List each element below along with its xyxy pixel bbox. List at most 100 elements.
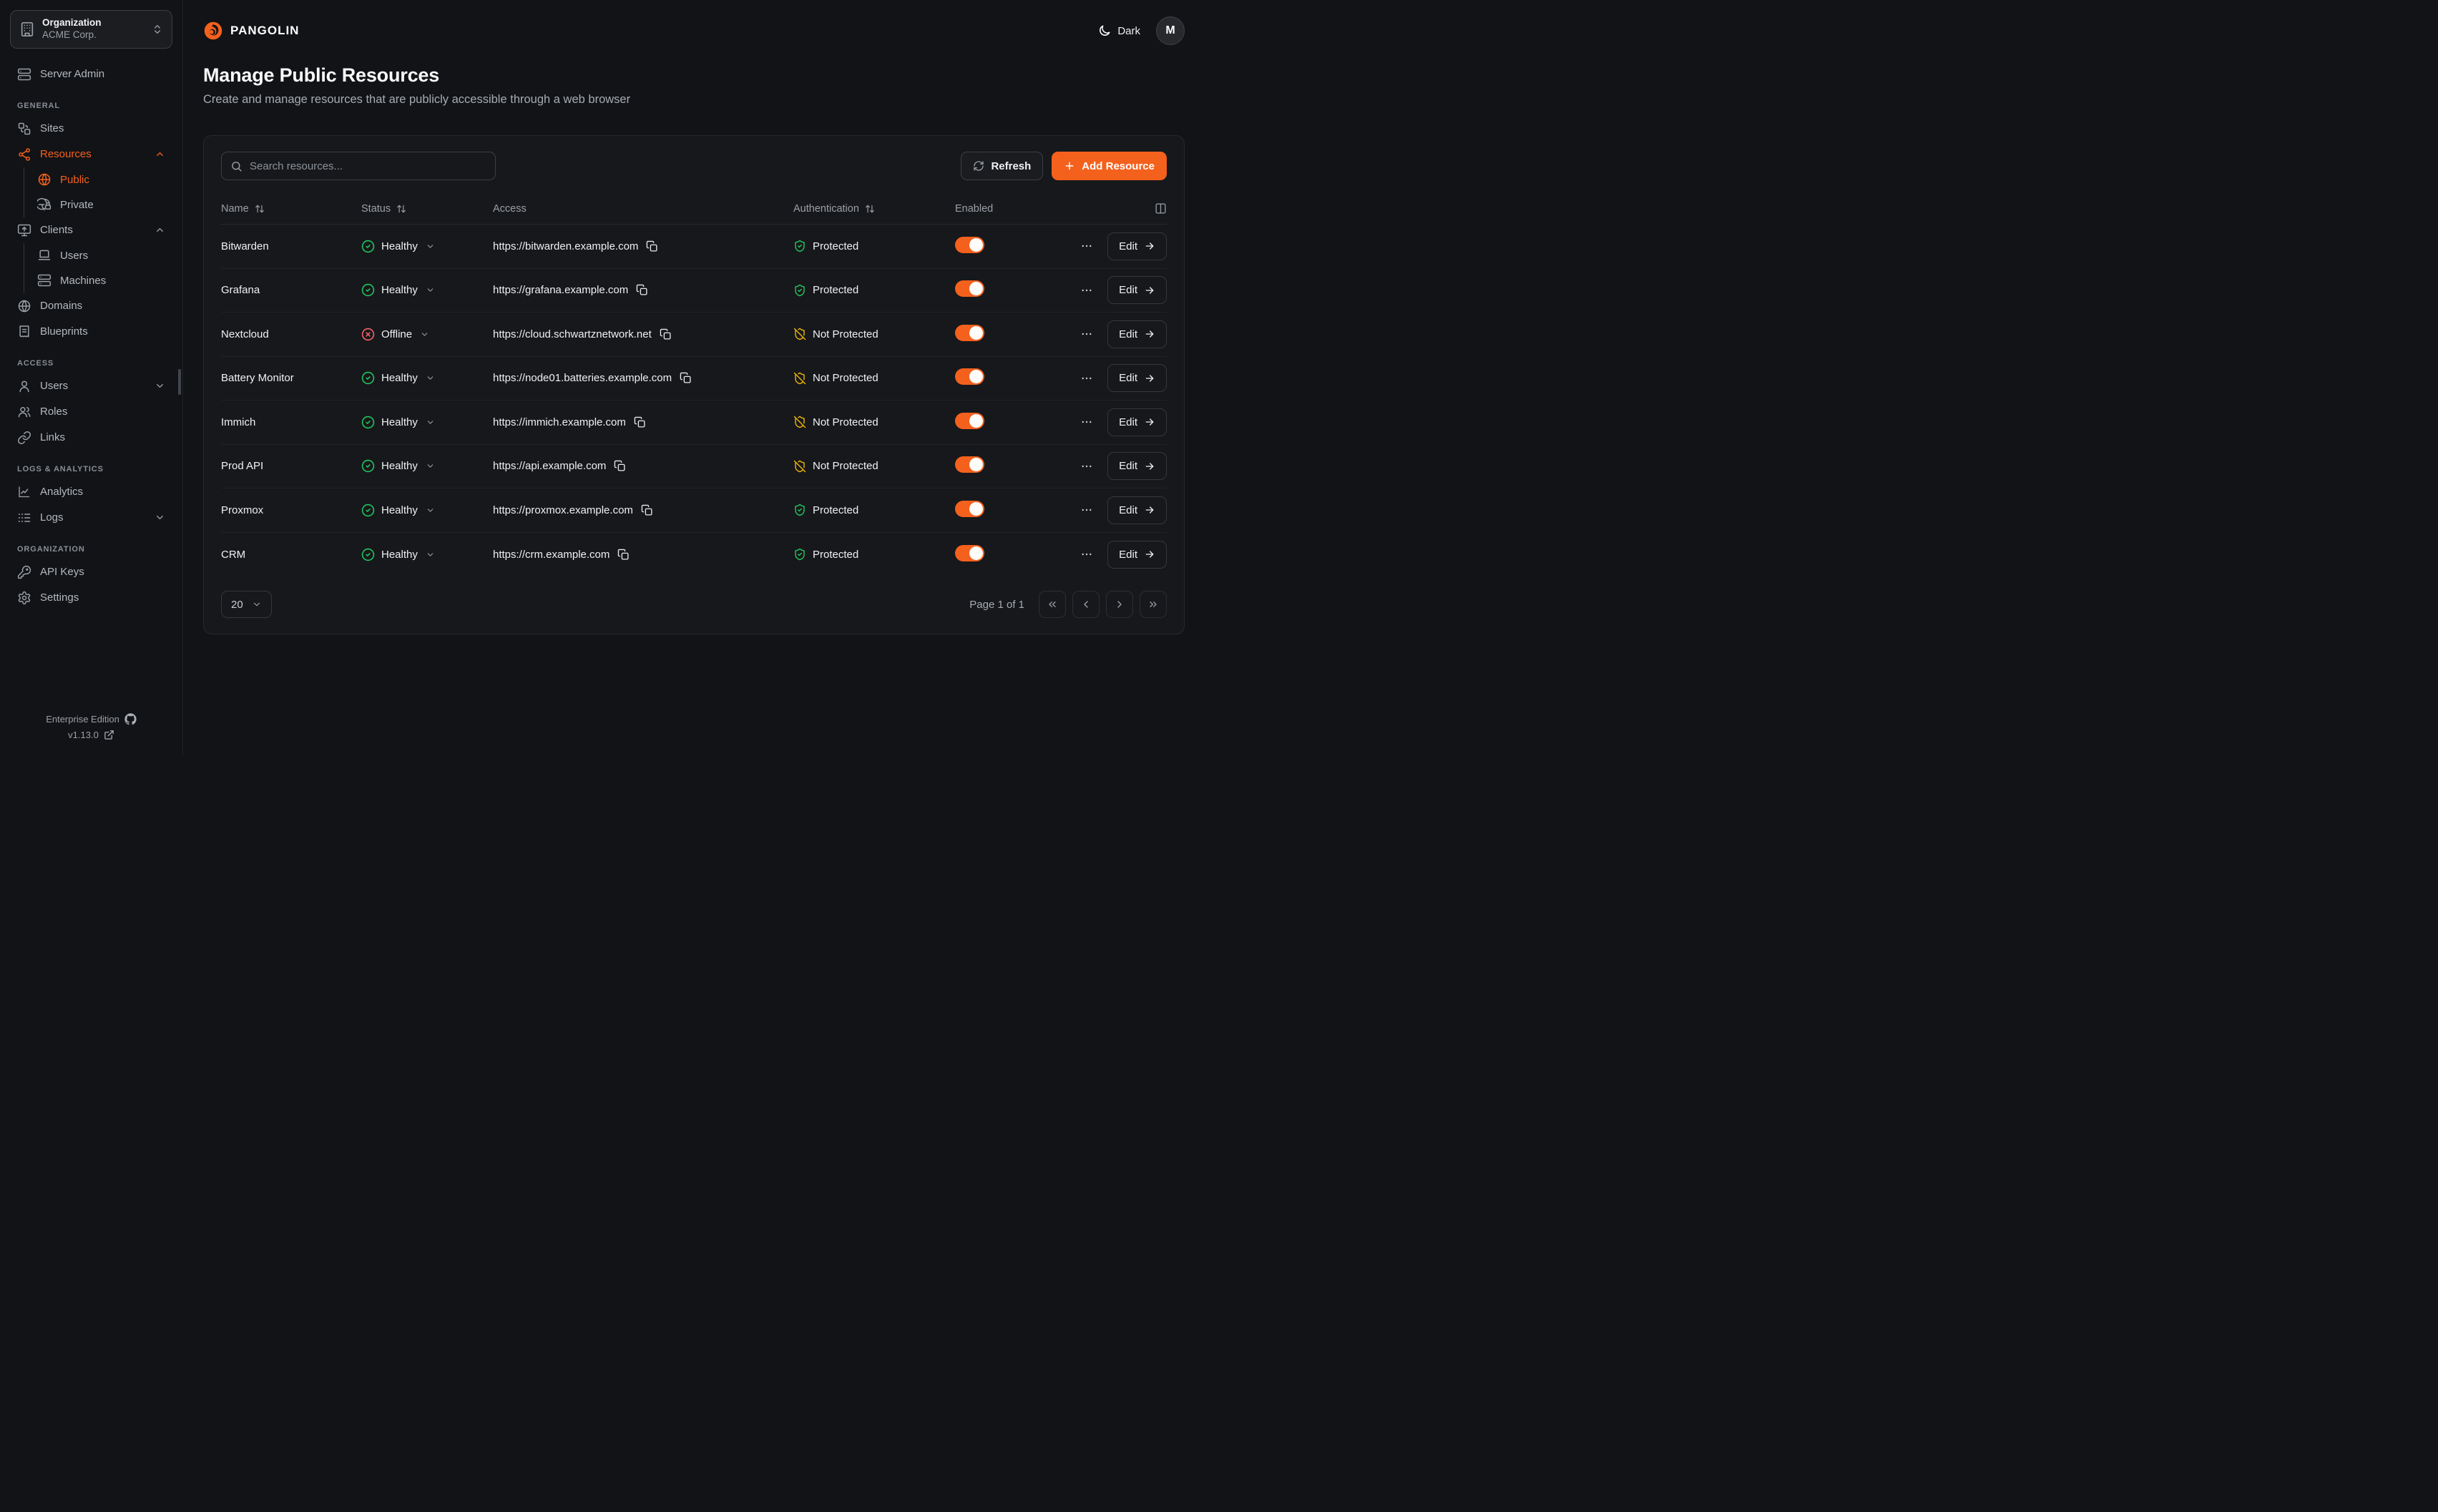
edit-button[interactable]: Edit bbox=[1107, 320, 1167, 348]
enabled-toggle[interactable] bbox=[955, 501, 984, 517]
auth-label: Not Protected bbox=[813, 328, 878, 340]
copy-url-button[interactable] bbox=[641, 504, 653, 516]
next-page-button[interactable] bbox=[1106, 591, 1133, 618]
auth-label: Protected bbox=[813, 549, 858, 561]
last-page-button[interactable] bbox=[1140, 591, 1167, 618]
copy-url-button[interactable] bbox=[636, 284, 648, 296]
status-dropdown[interactable]: Healthy bbox=[361, 371, 487, 385]
auth-label: Not Protected bbox=[813, 416, 878, 428]
chevron-down-icon bbox=[426, 418, 435, 427]
status-dropdown[interactable]: Healthy bbox=[361, 504, 487, 517]
sidebar-item-label: Machines bbox=[60, 275, 165, 287]
edit-button[interactable]: Edit bbox=[1107, 541, 1167, 569]
sidebar-item-client-users[interactable]: Users bbox=[30, 243, 172, 268]
circle-check-icon bbox=[361, 459, 375, 473]
sidebar-item-label: Users bbox=[40, 380, 146, 392]
circle-check-icon bbox=[361, 371, 375, 385]
enabled-toggle[interactable] bbox=[955, 545, 984, 561]
sidebar-item-label: Resources bbox=[40, 148, 146, 160]
sidebar-item-public[interactable]: Public bbox=[30, 167, 172, 192]
sidebar-item-machines[interactable]: Machines bbox=[30, 268, 172, 293]
sidebar-item-resources[interactable]: Resources bbox=[10, 142, 172, 167]
sidebar-item-logs[interactable]: Logs bbox=[10, 505, 172, 531]
globe-icon bbox=[17, 299, 31, 313]
status-label: Healthy bbox=[381, 416, 418, 428]
sidebar-item-blueprints[interactable]: Blueprints bbox=[10, 319, 172, 345]
edit-button[interactable]: Edit bbox=[1107, 364, 1167, 392]
table-row: Proxmox Healthy https://proxmox.example.… bbox=[221, 489, 1167, 533]
copy-url-button[interactable] bbox=[617, 549, 630, 561]
brand[interactable]: PANGOLIN bbox=[203, 21, 299, 41]
status-dropdown[interactable]: Healthy bbox=[361, 283, 487, 297]
refresh-button[interactable]: Refresh bbox=[961, 152, 1043, 180]
enabled-toggle[interactable] bbox=[955, 325, 984, 341]
search-input[interactable] bbox=[250, 160, 486, 172]
arrow-right-icon bbox=[1144, 416, 1155, 428]
circle-check-icon bbox=[361, 240, 375, 253]
row-menu-button[interactable] bbox=[1077, 237, 1096, 255]
circle-check-icon bbox=[361, 416, 375, 429]
resource-url: https://cloud.schwartznetwork.net bbox=[493, 328, 652, 340]
sidebar-item-analytics[interactable]: Analytics bbox=[10, 479, 172, 505]
edit-button[interactable]: Edit bbox=[1107, 232, 1167, 260]
first-page-button[interactable] bbox=[1039, 591, 1066, 618]
copy-url-button[interactable] bbox=[646, 240, 658, 252]
status-dropdown[interactable]: Healthy bbox=[361, 548, 487, 561]
row-menu-button[interactable] bbox=[1077, 325, 1096, 343]
edit-button[interactable]: Edit bbox=[1107, 452, 1167, 480]
status-dropdown[interactable]: Offline bbox=[361, 328, 487, 341]
page-title: Manage Public Resources bbox=[203, 64, 1185, 87]
github-icon[interactable] bbox=[124, 713, 137, 725]
sort-icon[interactable] bbox=[396, 204, 406, 214]
row-menu-button[interactable] bbox=[1077, 501, 1096, 519]
columns-icon[interactable] bbox=[1155, 202, 1167, 215]
status-dropdown[interactable]: Healthy bbox=[361, 416, 487, 429]
enabled-toggle[interactable] bbox=[955, 280, 984, 297]
copy-icon bbox=[634, 416, 646, 428]
circle-check-icon bbox=[361, 283, 375, 297]
enabled-toggle[interactable] bbox=[955, 413, 984, 429]
row-menu-button[interactable] bbox=[1077, 281, 1096, 300]
copy-url-button[interactable] bbox=[614, 460, 626, 472]
row-menu-button[interactable] bbox=[1077, 413, 1096, 431]
row-menu-button[interactable] bbox=[1077, 369, 1096, 388]
row-menu-button[interactable] bbox=[1077, 457, 1096, 476]
prev-page-button[interactable] bbox=[1072, 591, 1100, 618]
sort-icon[interactable] bbox=[865, 204, 875, 214]
page-size-select[interactable]: 20 bbox=[221, 591, 272, 618]
org-selector[interactable]: Organization ACME Corp. bbox=[10, 10, 172, 49]
sidebar-item-server-admin[interactable]: Server Admin bbox=[10, 62, 172, 87]
enabled-toggle[interactable] bbox=[955, 237, 984, 253]
sidebar-item-private[interactable]: Private bbox=[30, 192, 172, 217]
logs-icon bbox=[17, 511, 31, 525]
sort-icon[interactable] bbox=[255, 204, 265, 214]
sidebar-item-roles[interactable]: Roles bbox=[10, 399, 172, 425]
add-resource-button[interactable]: Add Resource bbox=[1052, 152, 1167, 180]
status-dropdown[interactable]: Healthy bbox=[361, 240, 487, 253]
sidebar-item-api-keys[interactable]: API Keys bbox=[10, 559, 172, 585]
avatar[interactable]: M bbox=[1156, 16, 1185, 45]
chevron-down-icon bbox=[426, 506, 435, 515]
edit-button[interactable]: Edit bbox=[1107, 496, 1167, 524]
sidebar-item-settings[interactable]: Settings bbox=[10, 585, 172, 611]
edit-button[interactable]: Edit bbox=[1107, 408, 1167, 436]
sidebar-item-clients[interactable]: Clients bbox=[10, 217, 172, 243]
copy-url-button[interactable] bbox=[660, 328, 672, 340]
edit-button[interactable]: Edit bbox=[1107, 276, 1167, 304]
enabled-toggle[interactable] bbox=[955, 456, 984, 473]
sidebar-item-domains[interactable]: Domains bbox=[10, 293, 172, 319]
sidebar-item-label: API Keys bbox=[40, 566, 165, 578]
enabled-toggle[interactable] bbox=[955, 368, 984, 385]
row-menu-button[interactable] bbox=[1077, 545, 1096, 564]
theme-toggle[interactable]: Dark bbox=[1097, 24, 1140, 38]
sidebar-item-links[interactable]: Links bbox=[10, 425, 172, 451]
external-link-icon[interactable] bbox=[104, 730, 114, 740]
copy-url-button[interactable] bbox=[680, 372, 692, 384]
status-dropdown[interactable]: Healthy bbox=[361, 459, 487, 473]
resource-url: https://node01.batteries.example.com bbox=[493, 372, 672, 384]
ellipsis-icon bbox=[1080, 372, 1093, 385]
sidebar-item-sites[interactable]: Sites bbox=[10, 116, 172, 142]
copy-url-button[interactable] bbox=[634, 416, 646, 428]
sidebar-scrollbar[interactable] bbox=[178, 369, 181, 395]
sidebar-item-users[interactable]: Users bbox=[10, 373, 172, 399]
